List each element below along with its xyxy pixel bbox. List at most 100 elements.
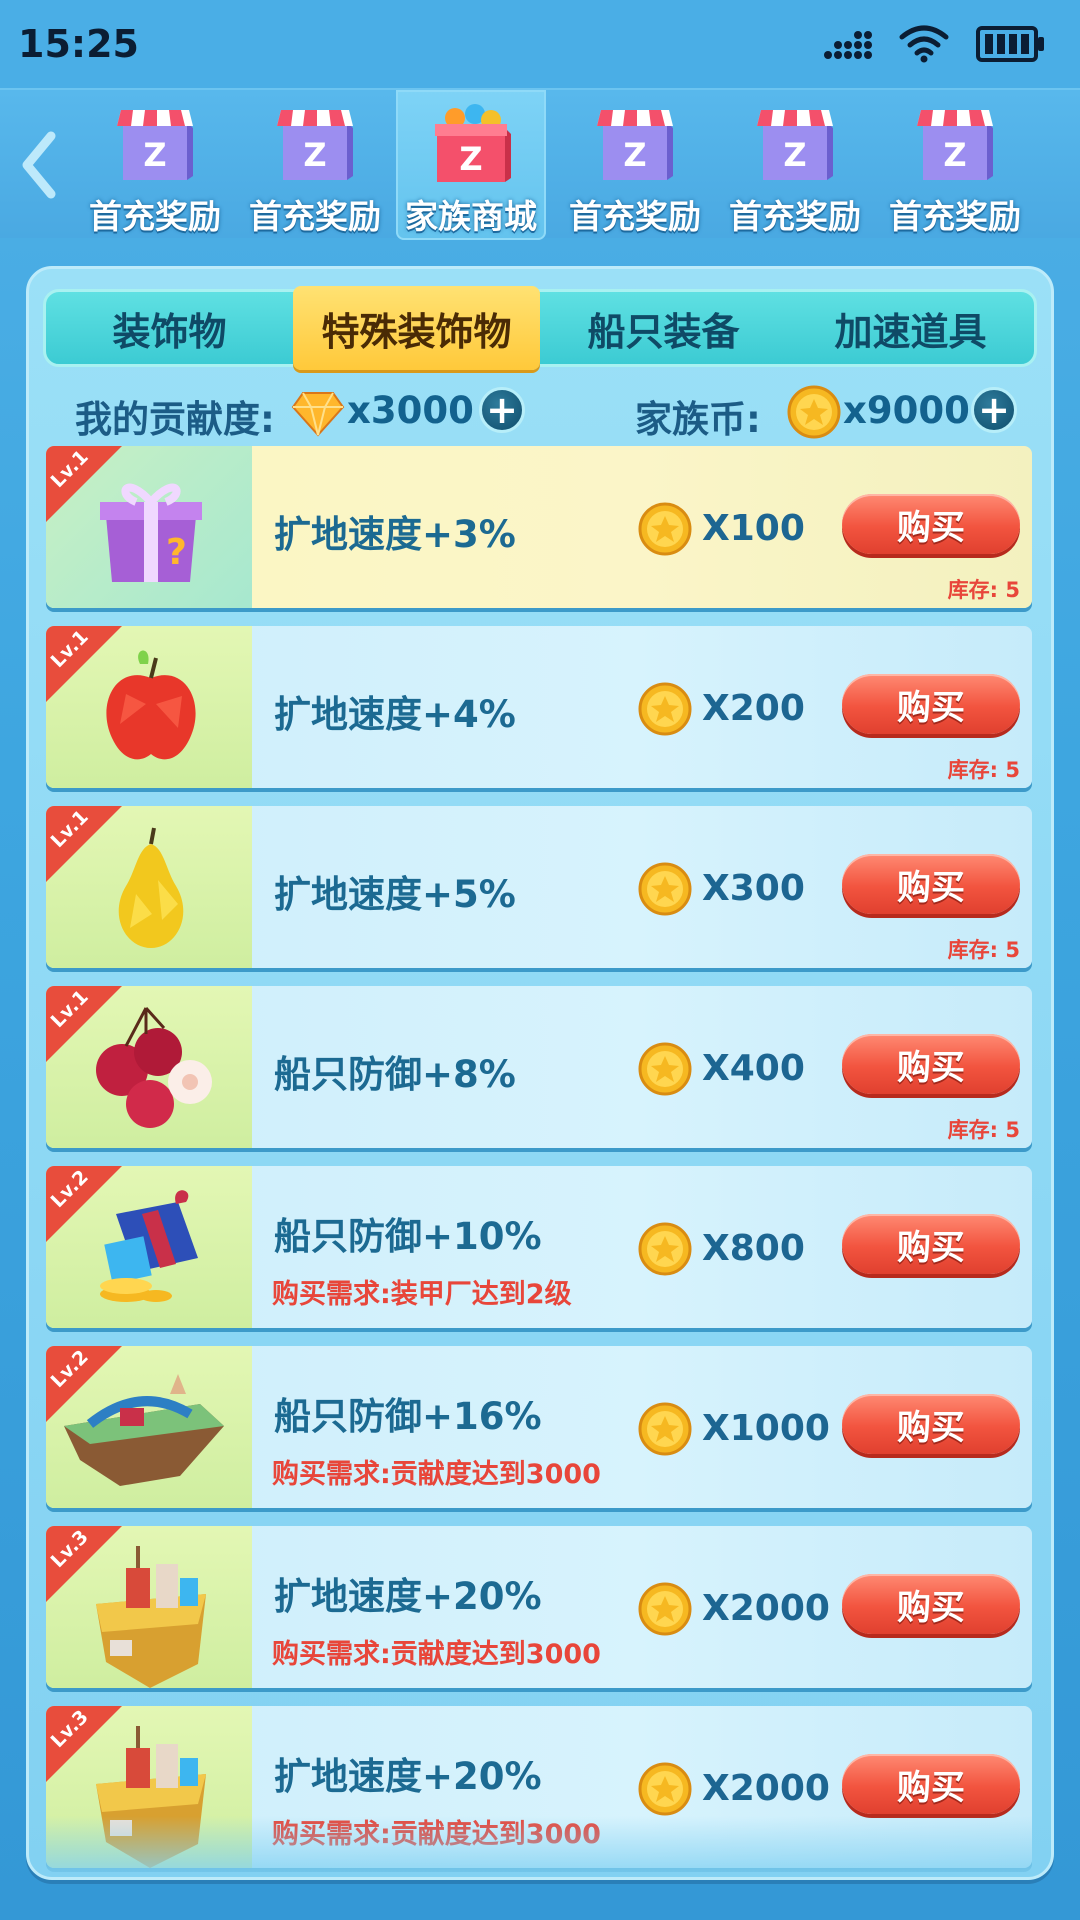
nav-tab-label: 首充奖励 <box>89 197 221 236</box>
purchase-requirement: 购买需求:装甲厂达到2级 <box>272 1279 572 1310</box>
item-price: X2000 <box>702 1588 830 1629</box>
tab-ship-equipment[interactable]: 船只装备 <box>540 292 787 364</box>
chevron-left-icon <box>22 131 56 199</box>
add-contribution-button[interactable]: + <box>479 387 525 433</box>
list-item: Lv.2 船只防御+16% 购买需求:贡献度达到3000 X1000 购买 <box>46 1346 1032 1508</box>
item-description: 扩地速度+5% <box>274 873 516 916</box>
buy-button[interactable]: 购买 <box>842 854 1020 914</box>
svg-text:Z: Z <box>943 136 966 174</box>
buy-button[interactable]: 购买 <box>842 494 1020 554</box>
item-price: X800 <box>702 1228 805 1269</box>
nav-tab-label: 家族商城 <box>405 197 537 236</box>
item-price: X100 <box>702 508 805 549</box>
plus-icon: + <box>486 388 518 432</box>
shop-icon: Z <box>273 104 357 184</box>
balance-row: 我的贡献度: x3000 + 家族币: x9000 + <box>75 381 1035 441</box>
nav-tab-family-shop[interactable]: Z 家族商城 <box>396 90 546 240</box>
list-item: Lv.1 扩地速度+4% X200 购买库存: 5 <box>46 626 1032 788</box>
buy-button[interactable]: 购买 <box>842 1754 1020 1814</box>
wifi-icon <box>899 25 949 63</box>
coin-icon <box>638 1402 692 1456</box>
item-description: 扩地速度+20% <box>274 1575 542 1618</box>
contribution-label: 我的贡献度: <box>75 398 275 441</box>
tab-decorations[interactable]: 装饰物 <box>46 292 293 364</box>
shop-icon: Z <box>113 104 197 184</box>
item-description: 船只防御+10% <box>274 1215 542 1258</box>
svg-text:Z: Z <box>783 136 806 174</box>
gift-shop-icon: Z <box>429 104 513 184</box>
item-thumbnail: Lv.2 <box>46 1346 252 1508</box>
list-item: Lv.2 船只防御+10% 购买需求:装甲厂达到2级 X800 购买 <box>46 1166 1032 1328</box>
tab-speed-items[interactable]: 加速道具 <box>787 292 1034 364</box>
plus-icon: + <box>978 388 1010 432</box>
buy-button[interactable]: 购买 <box>842 1214 1020 1274</box>
item-price: X200 <box>702 688 805 729</box>
item-description: 船只防御+8% <box>274 1053 516 1096</box>
coin-icon <box>787 385 841 439</box>
shop-icon: Z <box>753 104 837 184</box>
list-item: Lv.1 扩地速度+5% X300 购买库存: 5 <box>46 806 1032 968</box>
nav-tab-first-recharge-4[interactable]: Z 首充奖励 <box>720 90 870 240</box>
top-nav: Z 首充奖励 Z 首充奖励 Z 家族商城 Z 首充奖励 Z 首充奖励 Z 首充奖… <box>0 88 1080 240</box>
item-description: 扩地速度+3% <box>274 513 516 556</box>
nav-tab-label: 首充奖励 <box>889 197 1021 236</box>
list-item: ? Lv.1 扩地速度+3% X100 购买 库存: 5 <box>46 446 1032 608</box>
contribution-value: x3000 <box>347 389 474 432</box>
diamond-icon <box>291 392 345 437</box>
battery-icon <box>976 26 1044 62</box>
item-description: 船只防御+16% <box>274 1395 542 1438</box>
nav-tab-first-recharge-5[interactable]: Z 首充奖励 <box>880 90 1030 240</box>
coin-icon <box>638 1042 692 1096</box>
coin-icon <box>638 682 692 736</box>
svg-text:Z: Z <box>143 136 166 174</box>
shop-icon: Z <box>913 104 997 184</box>
svg-text:Z: Z <box>303 136 326 174</box>
nav-tab-first-recharge-2[interactable]: Z 首充奖励 <box>240 90 390 240</box>
signal-icon <box>824 31 872 59</box>
add-family-coin-button[interactable]: + <box>971 387 1017 433</box>
purchase-requirement: 购买需求:贡献度达到3000 <box>272 1459 601 1490</box>
back-button[interactable] <box>14 120 64 210</box>
coin-icon <box>638 1762 692 1816</box>
buy-button[interactable]: 购买 <box>842 1034 1020 1094</box>
status-time: 15:25 <box>18 22 139 66</box>
tab-special-decorations[interactable]: 特殊装饰物 <box>293 286 540 370</box>
item-price: X300 <box>702 868 805 909</box>
nav-tab-label: 首充奖励 <box>729 197 861 236</box>
item-description: 扩地速度+4% <box>274 693 516 736</box>
purchase-requirement: 购买需求:贡献度达到3000 <box>272 1639 601 1670</box>
item-price: X400 <box>702 1048 805 1089</box>
coin-icon <box>638 862 692 916</box>
coin-icon <box>638 1582 692 1636</box>
family-coin-label: 家族币: <box>635 398 761 441</box>
stock-count: 库存: 5 <box>947 938 1020 962</box>
item-thumbnail: Lv.1 <box>46 626 252 788</box>
list-item: Lv.3 扩地速度+20% 购买需求:贡献度达到3000 X2000 购买 <box>46 1526 1032 1688</box>
coin-icon <box>638 1222 692 1276</box>
list-fade <box>29 1816 1051 1876</box>
shop-icon: Z <box>593 104 677 184</box>
buy-button[interactable]: 购买 <box>842 674 1020 734</box>
buy-button[interactable]: 购买 <box>842 1394 1020 1454</box>
status-bar: 15:25 <box>0 0 1080 88</box>
buy-button[interactable]: 购买 <box>842 1574 1020 1634</box>
list-item: Lv.1 船只防御+8% X400 购买库存: 5 <box>46 986 1032 1148</box>
item-thumbnail: Lv.1 <box>46 986 252 1148</box>
item-description: 扩地速度+20% <box>274 1755 542 1798</box>
family-coin-value: x9000 <box>843 389 970 432</box>
status-icons <box>822 25 1046 63</box>
item-price: X1000 <box>702 1408 830 1449</box>
category-tabs: 装饰物 特殊装饰物 船只装备 加速道具 <box>43 286 1037 370</box>
svg-text:?: ? <box>166 532 187 573</box>
nav-tab-first-recharge-1[interactable]: Z 首充奖励 <box>80 90 230 240</box>
item-thumbnail: Lv.2 <box>46 1166 252 1328</box>
stock-count: 库存: 5 <box>947 1118 1020 1142</box>
item-thumbnail: Lv.3 <box>46 1526 252 1688</box>
item-thumbnail: ? Lv.1 <box>46 446 252 608</box>
coin-icon <box>638 502 692 556</box>
item-thumbnail: Lv.1 <box>46 806 252 968</box>
nav-tab-label: 首充奖励 <box>569 197 701 236</box>
item-price: X2000 <box>702 1768 830 1809</box>
nav-tab-first-recharge-3[interactable]: Z 首充奖励 <box>560 90 710 240</box>
stock-count: 库存: 5 <box>947 758 1020 782</box>
